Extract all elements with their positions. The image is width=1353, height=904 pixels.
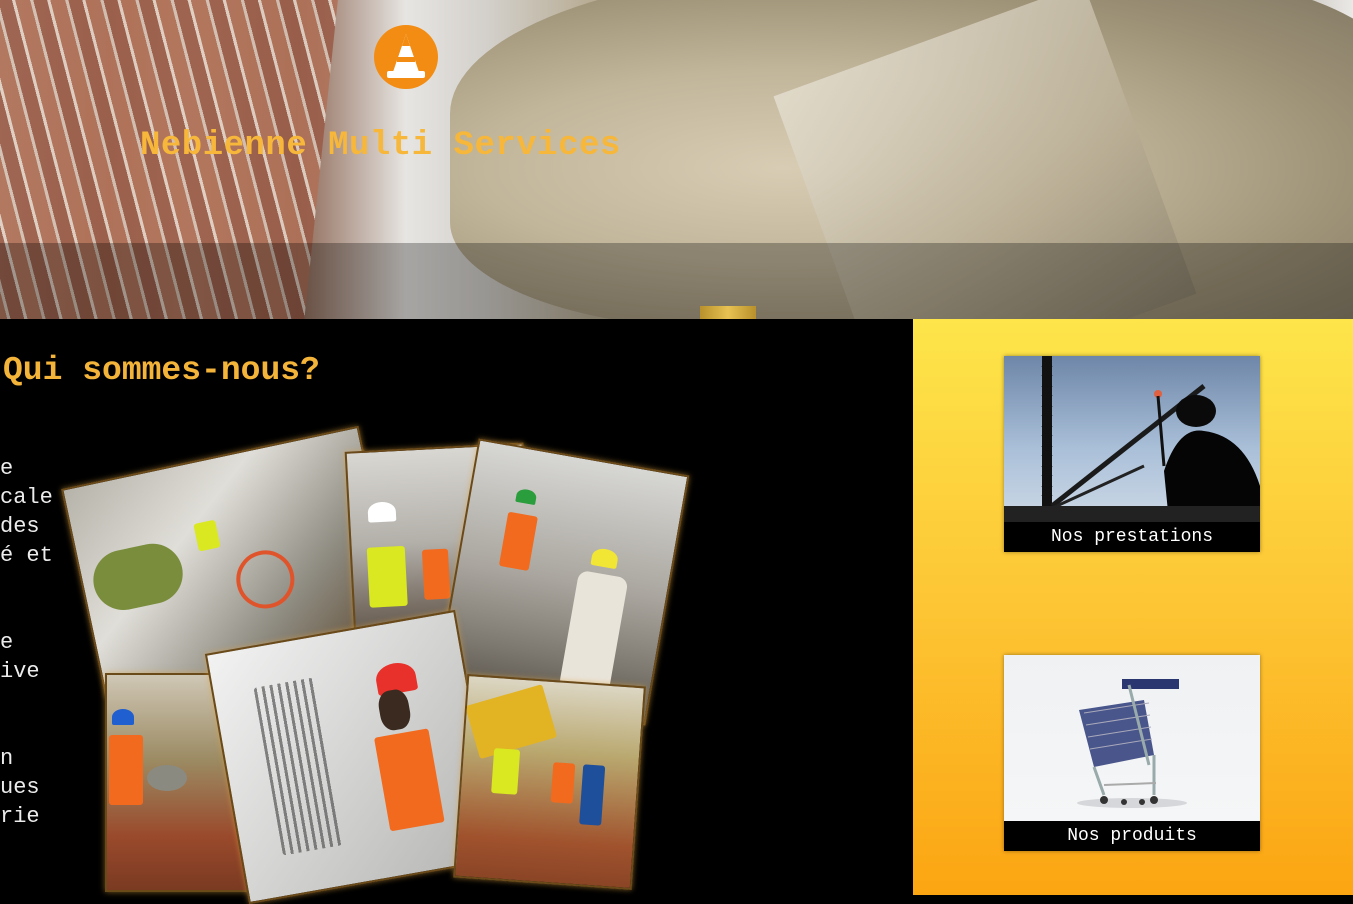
photo-collage — [60, 425, 690, 904]
hero-banner: Nebienne Multi Services — [0, 0, 1353, 319]
side-panel: Nos prestations Nos produits — [913, 319, 1353, 895]
crane-worker-image — [1004, 356, 1260, 522]
hero-overlay-band — [0, 243, 1353, 319]
belt-buckle — [700, 306, 756, 319]
prestations-card[interactable]: Nos prestations — [1004, 356, 1260, 552]
produits-card[interactable]: Nos produits — [1004, 655, 1260, 851]
prestations-label: Nos prestations — [1004, 522, 1260, 552]
about-title: Qui sommes-nous? — [3, 352, 320, 389]
collage-photo-road-works — [453, 674, 646, 890]
produits-label: Nos produits — [1004, 821, 1260, 851]
shopping-cart-image — [1004, 655, 1260, 821]
traffic-cone-icon[interactable] — [374, 25, 438, 89]
site-title[interactable]: Nebienne Multi Services — [140, 127, 621, 165]
